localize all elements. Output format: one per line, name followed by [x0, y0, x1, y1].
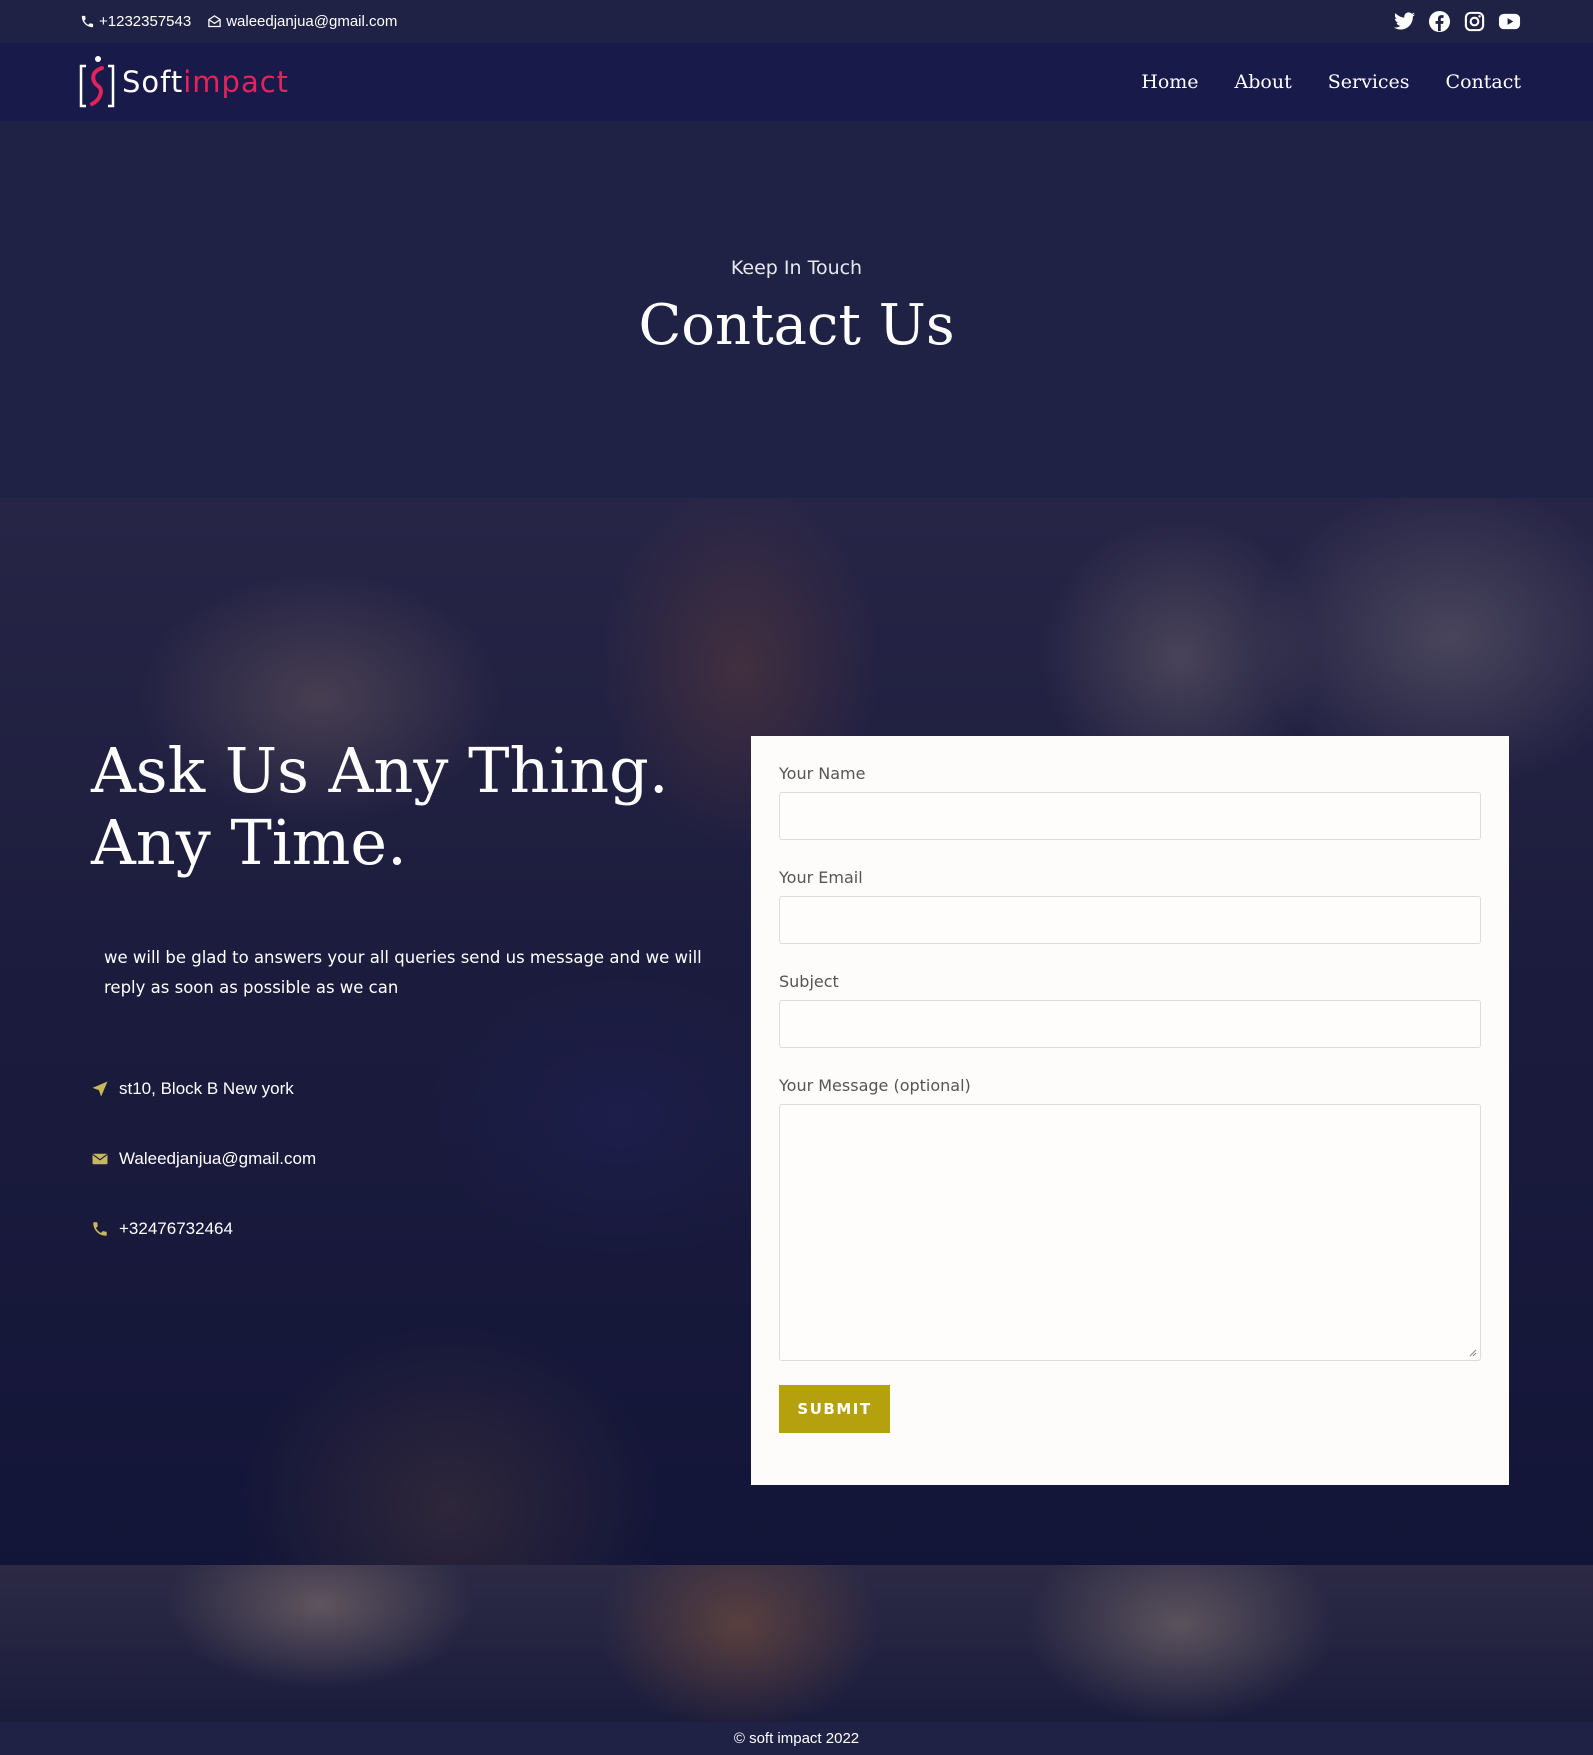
name-label: Your Name — [779, 764, 866, 783]
brand-logo[interactable]: Softimpact — [78, 54, 289, 110]
twitter-icon[interactable] — [1393, 10, 1416, 33]
contact-address: st10, Block B New york — [91, 1079, 731, 1099]
envelope-icon — [208, 15, 221, 28]
hero-kicker: Keep In Touch — [730, 257, 863, 279]
contact-phone[interactable]: +32476732464 — [91, 1219, 731, 1239]
topbar-email-text: waleedjanjua@gmail.com — [226, 13, 398, 30]
brand-name: Softimpact — [122, 65, 289, 99]
subject-input[interactable] — [779, 1000, 1481, 1048]
email-label: Your Email — [779, 868, 863, 887]
page-title: Contact Us — [638, 293, 955, 358]
contact-heading: Ask Us Any Thing. Any Time. — [91, 735, 731, 879]
contact-form: Your Name Your Email Subject Your Messag… — [751, 736, 1509, 1485]
contact-section: Ask Us Any Thing. Any Time. we will be g… — [0, 498, 1593, 1565]
hero-section: Keep In Touch Contact Us — [0, 121, 1593, 498]
resize-handle-icon[interactable] — [1467, 1347, 1477, 1357]
nav-item-about[interactable]: About — [1235, 71, 1292, 93]
topbar-email[interactable]: waleedjanjua@gmail.com — [207, 13, 397, 30]
subject-label: Subject — [779, 972, 839, 991]
topbar-phone-text: +1232357543 — [99, 13, 192, 30]
nav-item-contact[interactable]: Contact — [1446, 71, 1521, 93]
contact-lead: we will be glad to answers your all quer… — [104, 948, 702, 997]
copyright-text: © soft impact 2022 — [733, 1730, 860, 1747]
message-textarea[interactable] — [779, 1104, 1481, 1361]
nav-item-services[interactable]: Services — [1328, 71, 1410, 93]
contact-heading-line1: Ask Us Any Thing. — [91, 734, 669, 807]
topbar-phone[interactable]: +1232357543 — [80, 13, 191, 30]
social-links — [1393, 10, 1521, 33]
name-input[interactable] — [779, 792, 1481, 840]
contact-heading-line2: Any Time. — [91, 806, 407, 879]
main-navbar: Softimpact Home About Services Contact — [0, 43, 1593, 121]
contact-info: Ask Us Any Thing. Any Time. we will be g… — [91, 735, 731, 1289]
footer: © soft impact 2022 — [0, 1722, 1593, 1755]
footer-image-band — [0, 1565, 1593, 1722]
top-bar: +1232357543 waleedjanjua@gmail.com — [0, 0, 1593, 43]
youtube-icon[interactable] — [1498, 10, 1521, 33]
contact-address-text: st10, Block B New york — [119, 1079, 294, 1098]
contact-phone-text: +32476732464 — [119, 1219, 233, 1238]
logo-mark-icon — [79, 56, 115, 108]
email-input[interactable] — [779, 896, 1481, 944]
instagram-icon[interactable] — [1463, 10, 1486, 33]
phone-icon — [81, 15, 94, 28]
topbar-contact: +1232357543 waleedjanjua@gmail.com — [80, 13, 397, 30]
brand-name-soft: Soft — [122, 65, 184, 99]
contact-email-text: Waleedjanjua@gmail.com — [119, 1149, 317, 1168]
brand-name-impact: impact — [183, 65, 290, 99]
location-arrow-icon — [92, 1081, 108, 1097]
phone-icon — [93, 1222, 107, 1236]
envelope-icon — [92, 1153, 108, 1165]
facebook-icon[interactable] — [1428, 10, 1451, 33]
nav-item-home[interactable]: Home — [1141, 71, 1198, 93]
contact-email[interactable]: Waleedjanjua@gmail.com — [91, 1149, 731, 1169]
submit-button[interactable]: SUBMIT — [779, 1385, 890, 1433]
message-label: Your Message (optional) — [779, 1076, 971, 1095]
contact-details: st10, Block B New york Waleedjanjua@gmai… — [91, 1079, 731, 1239]
nav-menu: Home About Services Contact — [1141, 71, 1521, 93]
